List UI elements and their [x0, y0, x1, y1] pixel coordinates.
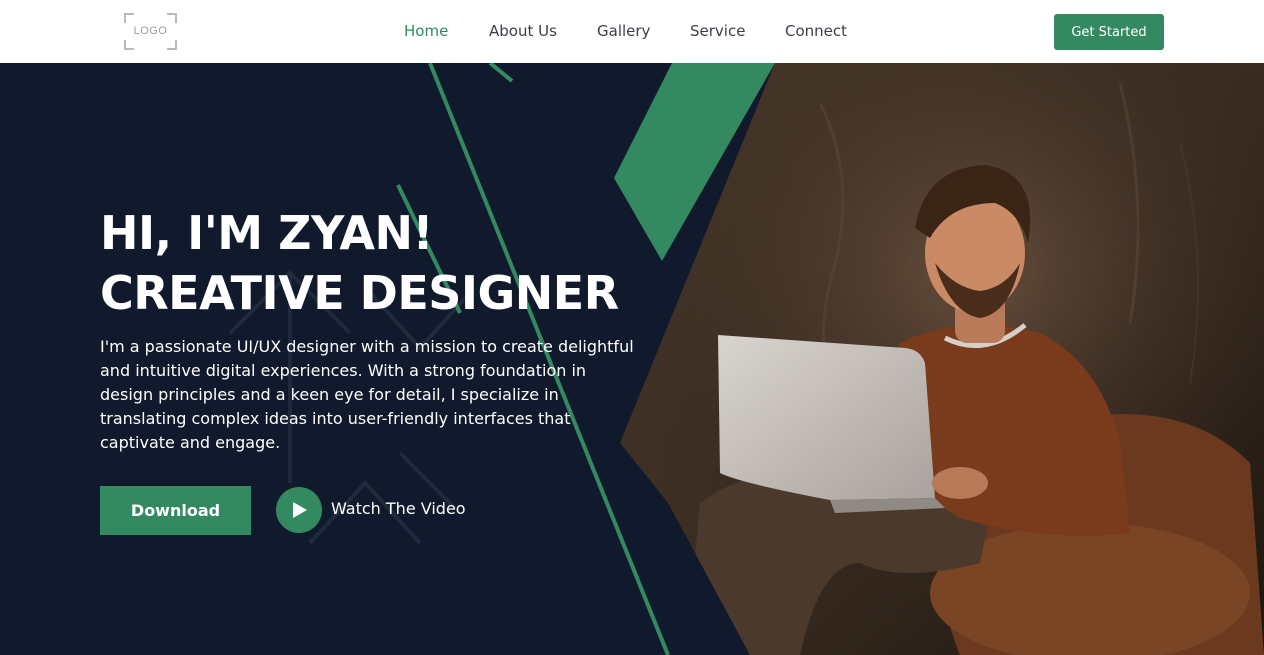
- logo-placeholder-icon[interactable]: LOGO: [124, 13, 177, 50]
- site-header: LOGO Home About Us Gallery Service Conne…: [0, 0, 1264, 63]
- nav-item-home[interactable]: Home: [404, 22, 448, 40]
- download-button[interactable]: Download: [100, 486, 251, 535]
- hero-title: HI, I'M ZYAN! CREATIVE DESIGNER: [100, 203, 619, 323]
- nav-item-gallery[interactable]: Gallery: [597, 22, 650, 40]
- play-button[interactable]: [276, 487, 322, 533]
- hero-description: I'm a passionate UI/UX designer with a m…: [100, 337, 634, 452]
- hero-title-line2: CREATIVE DESIGNER: [100, 266, 619, 320]
- get-started-button[interactable]: Get Started: [1054, 14, 1164, 50]
- hero-section: HI, I'M ZYAN! CREATIVE DESIGNER I'm a pa…: [0, 63, 1264, 655]
- nav-item-about-us[interactable]: About Us: [489, 22, 557, 40]
- logo-text: LOGO: [133, 25, 168, 37]
- nav-item-connect[interactable]: Connect: [785, 22, 847, 40]
- nav-item-service[interactable]: Service: [690, 22, 745, 40]
- watch-video-label: Watch The Video: [331, 499, 466, 518]
- play-icon: [293, 502, 307, 518]
- hero-title-line1: HI, I'M ZYAN!: [100, 206, 433, 260]
